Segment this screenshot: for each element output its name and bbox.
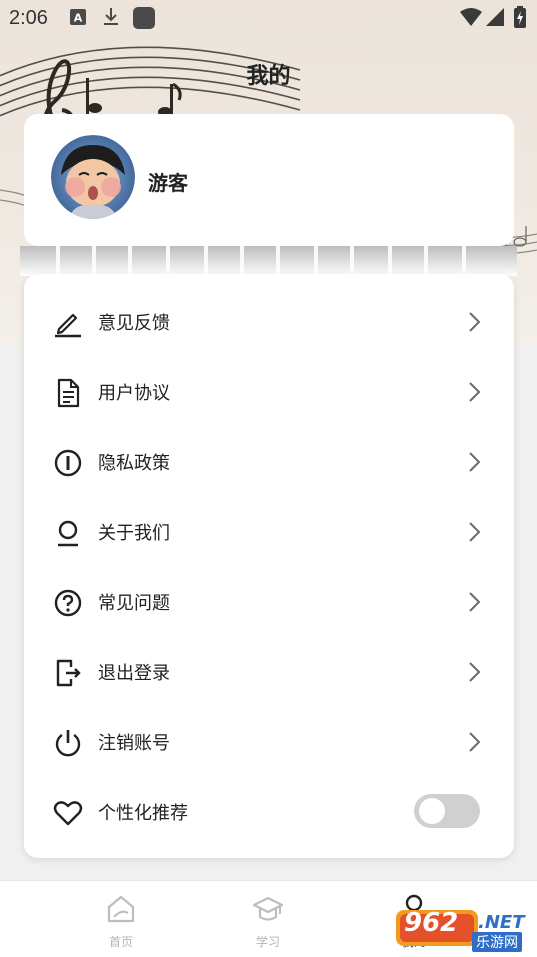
tab-label: 学习: [255, 935, 280, 949]
watermark-number: 962: [404, 908, 459, 938]
wifi-icon: [460, 8, 482, 26]
watermark-text: 乐游网: [472, 932, 522, 952]
status-time: 2:06: [9, 7, 48, 29]
menu-item-logout[interactable]: 退出登录: [24, 636, 514, 706]
user-icon: [58, 520, 78, 547]
watermark-suffix: .NET: [478, 912, 525, 933]
menu-item-label: 隐私政策: [98, 453, 170, 474]
profile-card[interactable]: 游客: [24, 114, 514, 246]
pen-icon: [55, 313, 81, 338]
tab-study[interactable]: 学习: [228, 891, 308, 951]
menu-item-faq[interactable]: 常见问题: [24, 566, 514, 636]
menu-item-label: 个性化推荐: [98, 803, 188, 824]
menu-item-label: 退出登录: [98, 663, 170, 684]
username: 游客: [148, 171, 188, 195]
tab-label: 首页: [108, 935, 133, 949]
signal-icon: [486, 8, 504, 26]
menu-item-label: 意见反馈: [98, 313, 170, 334]
menu-item-label: 用户协议: [98, 383, 170, 404]
power-icon: [55, 730, 81, 757]
chevron-right-icon: [469, 452, 481, 472]
battery-charging-icon: [514, 6, 526, 28]
status-bar: 2:06 A: [0, 0, 537, 36]
chevron-right-icon: [469, 382, 481, 402]
graduation-cap-icon: [252, 896, 284, 921]
tab-home[interactable]: 首页: [81, 891, 161, 951]
watermark-logo: 962 .NET 乐游网: [396, 908, 532, 954]
chevron-right-icon: [469, 662, 481, 682]
menu-item-delete-account[interactable]: 注销账号: [24, 706, 514, 776]
chevron-right-icon: [469, 312, 481, 332]
info-circle-icon: [54, 449, 82, 477]
chevron-right-icon: [469, 592, 481, 612]
settings-menu: 意见反馈 用户协议 隐私政策 关于我们 常见问题 退出登录 注销账号 个性化推荐: [24, 274, 514, 858]
personalized-recommendation-toggle[interactable]: [414, 794, 480, 828]
a-keyboard-icon: A: [70, 9, 86, 25]
download-icon: [104, 8, 118, 25]
toggle-knob: [419, 798, 445, 824]
menu-item-user-agreement[interactable]: 用户协议: [24, 356, 514, 426]
logout-icon: [56, 659, 81, 687]
menu-item-about-us[interactable]: 关于我们: [24, 496, 514, 566]
chevron-right-icon: [469, 732, 481, 752]
menu-item-label: 关于我们: [98, 523, 170, 544]
menu-item-privacy-policy[interactable]: 隐私政策: [24, 426, 514, 496]
menu-item-label: 常见问题: [98, 593, 170, 614]
document-icon: [57, 378, 80, 408]
page-title: 我的: [246, 64, 291, 89]
avatar-image: [51, 135, 135, 219]
menu-item-label: 注销账号: [98, 733, 170, 754]
svg-text:A: A: [74, 12, 83, 25]
app-square-icon: [133, 7, 155, 29]
menu-item-feedback[interactable]: 意见反馈: [24, 286, 514, 356]
question-circle-icon: [54, 589, 82, 617]
avatar[interactable]: [51, 135, 135, 219]
menu-item-personalized-recommendation: 个性化推荐: [24, 776, 514, 846]
chevron-right-icon: [469, 522, 481, 542]
home-icon: [107, 895, 135, 923]
heart-icon: [53, 801, 83, 826]
